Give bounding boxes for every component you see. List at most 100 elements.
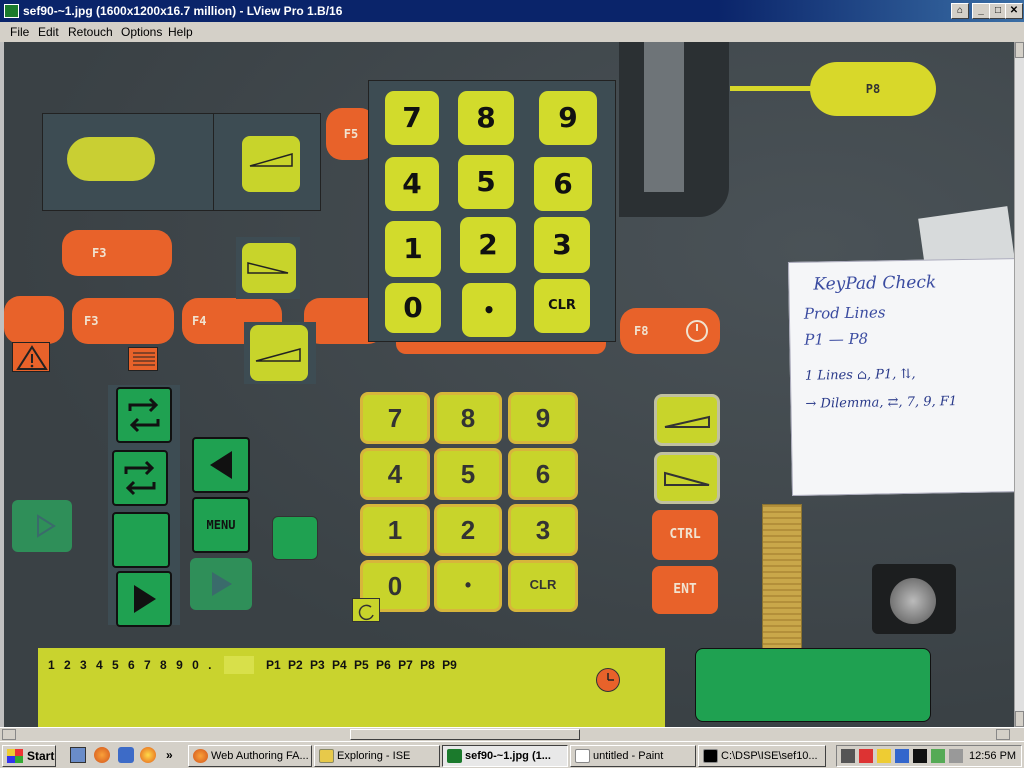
overlay-key-5[interactable]: 5 [458, 155, 514, 209]
photo-bracket-rail [644, 42, 684, 192]
f8-key[interactable]: F8 [620, 308, 720, 354]
menu-key-label: MENU [206, 518, 236, 532]
photo-key-4: 4 [360, 448, 430, 500]
tray-alert-icon[interactable] [859, 749, 873, 763]
tray-printer-icon[interactable] [931, 749, 945, 763]
menu-help[interactable]: Help [168, 25, 193, 39]
small-lime-button[interactable] [352, 598, 380, 622]
tray-display-icon[interactable] [913, 749, 927, 763]
oval-button[interactable] [67, 137, 155, 181]
minimize-icon: _ [978, 5, 984, 16]
photo-key-8: 8 [434, 392, 502, 444]
play-button[interactable] [116, 571, 172, 627]
warning-key-photo[interactable] [4, 296, 64, 344]
f3-key-upper[interactable]: F3 [62, 230, 172, 276]
show-desktop-icon[interactable] [70, 747, 86, 763]
photo-key-3: 3 [508, 504, 578, 556]
overlay-key-clr[interactable]: CLR [534, 279, 590, 333]
outlook-icon[interactable] [118, 747, 134, 763]
photo-key-6: 6 [508, 448, 578, 500]
cycle-button-2[interactable] [112, 450, 168, 506]
overlay-key-9[interactable]: 9 [539, 91, 597, 145]
overlay-key-6-label: 6 [553, 167, 573, 200]
small-green-button[interactable] [272, 516, 318, 560]
overlay-key-8[interactable]: 8 [458, 91, 514, 145]
menu-file[interactable]: File [10, 25, 29, 39]
window-title: sef90-~1.jpg (1600x1200x16.7 million) - … [23, 4, 343, 18]
tray-security-icon[interactable] [895, 749, 909, 763]
volume-down-key[interactable] [242, 243, 296, 293]
start-button[interactable]: Start [2, 745, 56, 767]
tray-pencil-icon[interactable] [877, 749, 891, 763]
overlay-key-7[interactable]: 7 [385, 91, 439, 145]
photo-key-7-label: 7 [387, 403, 403, 433]
minimize-button[interactable]: _ [972, 3, 990, 19]
overlay-key-6[interactable]: 6 [534, 157, 592, 211]
media-player-icon[interactable] [140, 747, 156, 763]
photo-key-2: 2 [434, 504, 502, 556]
note-line-2: Prod Lines [803, 303, 886, 323]
key-switch-icon [890, 578, 936, 624]
volume-up-key[interactable] [242, 136, 300, 192]
green-display-panel[interactable] [695, 648, 931, 722]
task-console[interactable]: C:\DSP\ISE\sef10... [698, 745, 826, 767]
menu-edit[interactable]: Edit [38, 25, 59, 39]
cycle-button-1[interactable] [116, 387, 172, 443]
overlay-key-dot[interactable]: • [462, 283, 516, 337]
scroll-up-arrow[interactable] [1015, 42, 1024, 58]
lview-app-icon[interactable] [4, 4, 19, 18]
overlay-key-0[interactable]: 0 [385, 283, 441, 333]
close-button[interactable]: ✕ [1005, 3, 1023, 19]
image-canvas[interactable]: F5 F3 F3 F4 F8 P8 7 8 9 4 5 6 1 2 3 0 • … [4, 42, 1014, 727]
p8-label: P8 [865, 82, 881, 96]
task-paint[interactable]: untitled - Paint [570, 745, 696, 767]
vertical-scrollbar[interactable] [1014, 42, 1024, 727]
overlay-key-1[interactable]: 1 [385, 221, 441, 277]
photo-play-icon [212, 572, 232, 596]
timer-icon [607, 673, 614, 681]
ent-key: ENT [652, 566, 718, 614]
horizontal-scrollbar[interactable] [0, 727, 1024, 741]
tray-volume-icon[interactable] [949, 749, 963, 763]
stripes-icon [133, 352, 155, 366]
quick-launch-overflow[interactable]: » [166, 748, 173, 762]
volume-up-key-2[interactable] [250, 325, 308, 381]
p8-key[interactable]: P8 [810, 62, 936, 116]
overlay-key-3[interactable]: 3 [534, 217, 590, 273]
stripes-button[interactable] [128, 347, 158, 371]
clock[interactable]: 12:56 PM [969, 750, 1016, 762]
task-exploring-ise[interactable]: Exploring - ISE [314, 745, 440, 767]
task-web-authoring[interactable]: Web Authoring FA... [188, 745, 312, 767]
photo-key-8-label: 8 [460, 403, 476, 433]
oval-panel [42, 113, 214, 211]
photo-key-6-label: 6 [535, 459, 551, 489]
task-label: C:\DSP\ISE\sef10... [721, 750, 818, 762]
note-line-4: 1 Lines ⌂, P1, ⇅, [804, 366, 916, 384]
system-tray: 12:56 PM [836, 745, 1022, 767]
photo-key-7: 7 [360, 392, 430, 444]
play-left-icon [210, 451, 232, 479]
firefox-icon[interactable] [94, 747, 110, 763]
status-strip: 1 2 3 4 5 6 7 8 9 0 . P1 P2 P3 P4 P5 P6 … [38, 648, 665, 727]
scroll-down-arrow[interactable] [1015, 711, 1024, 727]
timer-button[interactable] [596, 668, 620, 692]
note-line-1: KeyPad Check [813, 272, 937, 295]
overlay-key-4[interactable]: 4 [385, 157, 439, 211]
back-button[interactable] [192, 437, 250, 493]
overlay-key-2[interactable]: 2 [460, 217, 516, 273]
f3-key-lower[interactable]: F3 [72, 298, 174, 344]
overlay-key-4-label: 4 [402, 167, 422, 200]
tray-network-icon[interactable] [841, 749, 855, 763]
pin-button[interactable]: ⌂ [951, 3, 969, 19]
f3-lower-label: F3 [84, 314, 99, 328]
menu-retouch[interactable]: Retouch [68, 25, 113, 39]
title-bar: sef90-~1.jpg (1600x1200x16.7 million) - … [0, 0, 1024, 22]
menu-options[interactable]: Options [121, 25, 162, 39]
scroll-right-arrow[interactable] [996, 729, 1010, 740]
warning-button[interactable] [12, 342, 50, 372]
menu-key[interactable]: MENU [192, 497, 250, 553]
task-lview[interactable]: sef90-~1.jpg (1... [442, 745, 568, 767]
horizontal-scroll-thumb[interactable] [350, 729, 580, 740]
blank-green-button[interactable] [112, 512, 170, 568]
scroll-left-arrow[interactable] [2, 729, 16, 740]
